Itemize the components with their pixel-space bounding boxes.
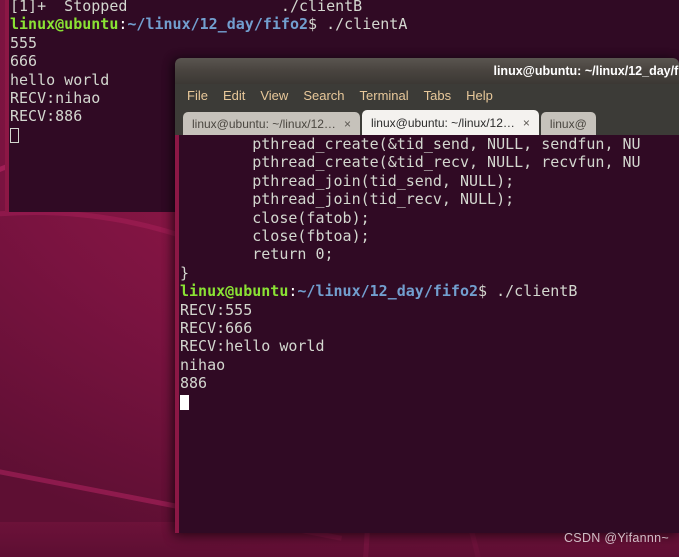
- terminal-text: return 0;: [180, 245, 334, 264]
- terminal-line: RECV:hello world: [180, 337, 679, 355]
- text-cursor: [180, 394, 189, 410]
- terminal-text: close(fatob);: [180, 208, 370, 227]
- terminal-text: RECV:886: [10, 107, 83, 126]
- terminal-line: pthread_join(tid_send, NULL);: [180, 172, 679, 190]
- terminal-text: RECV:555: [180, 300, 253, 319]
- terminal-line: 886: [180, 374, 679, 392]
- terminal-line: return 0;: [180, 245, 679, 263]
- terminal-line: 555: [10, 34, 679, 52]
- foreground-terminal-output[interactable]: pthread_create(&tid_send, NULL, sendfun,…: [180, 135, 679, 533]
- terminal-text: RECV:hello world: [180, 337, 325, 356]
- window-title: linux@ubuntu: ~/linux/12_day/fifo2: [493, 64, 679, 78]
- foreground-terminal-window[interactable]: linux@ubuntu: ~/linux/12_day/fifo2 File …: [175, 58, 679, 533]
- menu-item-view[interactable]: View: [260, 84, 288, 108]
- terminal-tab-2-label: linux@ubuntu: ~/linux/12…: [370, 115, 515, 130]
- tab-bar[interactable]: linux@ubuntu: ~/linux/12… × linux@ubuntu…: [175, 108, 679, 135]
- terminal-line: RECV:666: [180, 319, 679, 337]
- terminal-text: 555: [10, 33, 38, 52]
- terminal-content-area[interactable]: pthread_create(&tid_send, NULL, sendfun,…: [175, 135, 679, 533]
- terminal-text: }: [180, 263, 190, 282]
- terminal-text: close(fbtoa);: [180, 227, 370, 246]
- text-cursor: [10, 127, 19, 143]
- terminal-text: linux@ubuntu: [10, 15, 119, 34]
- terminal-line: }: [180, 264, 679, 282]
- menu-item-tabs[interactable]: Tabs: [424, 84, 451, 108]
- menu-bar[interactable]: File Edit View Search Terminal Tabs Help: [175, 84, 679, 108]
- terminal-text: pthread_join(tid_send, NULL);: [180, 171, 515, 190]
- terminal-text: 886: [180, 374, 208, 393]
- terminal-text: [1]+ Stopped ./clientB: [10, 0, 363, 15]
- terminal-text: $ ./clientA: [308, 15, 408, 34]
- terminal-text: $ ./clientB: [478, 282, 578, 301]
- terminal-line: linux@ubuntu:~/linux/12_day/fifo2$ ./cli…: [10, 15, 679, 33]
- terminal-line: close(fatob);: [180, 209, 679, 227]
- terminal-text: hello world: [10, 70, 110, 89]
- menu-item-edit[interactable]: Edit: [223, 84, 245, 108]
- terminal-line: RECV:555: [180, 301, 679, 319]
- terminal-left-edge: [175, 135, 179, 533]
- terminal-text: RECV:nihao: [10, 89, 101, 108]
- terminal-tab-1[interactable]: linux@ubuntu: ~/linux/12… ×: [183, 112, 360, 135]
- terminal-line: pthread_join(tid_recv, NULL);: [180, 190, 679, 208]
- menu-item-terminal[interactable]: Terminal: [360, 84, 409, 108]
- close-icon[interactable]: ×: [342, 118, 351, 130]
- terminal-text: 666: [10, 52, 38, 71]
- terminal-tab-2[interactable]: linux@ubuntu: ~/linux/12… ×: [361, 110, 539, 135]
- terminal-line: close(fbtoa);: [180, 227, 679, 245]
- terminal-line: [1]+ Stopped ./clientB: [10, 0, 679, 15]
- terminal-text: pthread_join(tid_recv, NULL);: [180, 190, 515, 209]
- terminal-text: pthread_create(&tid_recv, NULL, recvfun,…: [180, 153, 641, 172]
- terminal-cursor-line: [180, 393, 679, 411]
- terminal-text: pthread_create(&tid_send, NULL, sendfun,…: [180, 135, 641, 153]
- menu-item-file[interactable]: File: [187, 84, 208, 108]
- terminal-text: ~/linux/12_day/fifo2: [127, 15, 309, 34]
- menu-item-search[interactable]: Search: [303, 84, 344, 108]
- terminal-tab-3[interactable]: linux@: [540, 112, 596, 135]
- terminal-line: pthread_create(&tid_recv, NULL, recvfun,…: [180, 153, 679, 171]
- terminal-tab-3-label: linux@: [549, 116, 587, 131]
- terminal-line: pthread_create(&tid_send, NULL, sendfun,…: [180, 135, 679, 153]
- close-icon[interactable]: ×: [521, 117, 530, 129]
- terminal-text: nihao: [180, 355, 226, 374]
- terminal-tab-1-label: linux@ubuntu: ~/linux/12…: [192, 116, 336, 131]
- csdn-watermark: CSDN @Yifannn~: [563, 531, 669, 545]
- terminal-left-edge: [5, 0, 9, 212]
- terminal-line: nihao: [180, 356, 679, 374]
- terminal-text: ~/linux/12_day/fifo2: [297, 282, 479, 301]
- terminal-text: RECV:666: [180, 319, 253, 338]
- terminal-line: linux@ubuntu:~/linux/12_day/fifo2$ ./cli…: [180, 282, 679, 300]
- window-titlebar[interactable]: linux@ubuntu: ~/linux/12_day/fifo2: [175, 58, 679, 84]
- terminal-text: linux@ubuntu: [180, 282, 289, 301]
- menu-item-help[interactable]: Help: [466, 84, 493, 108]
